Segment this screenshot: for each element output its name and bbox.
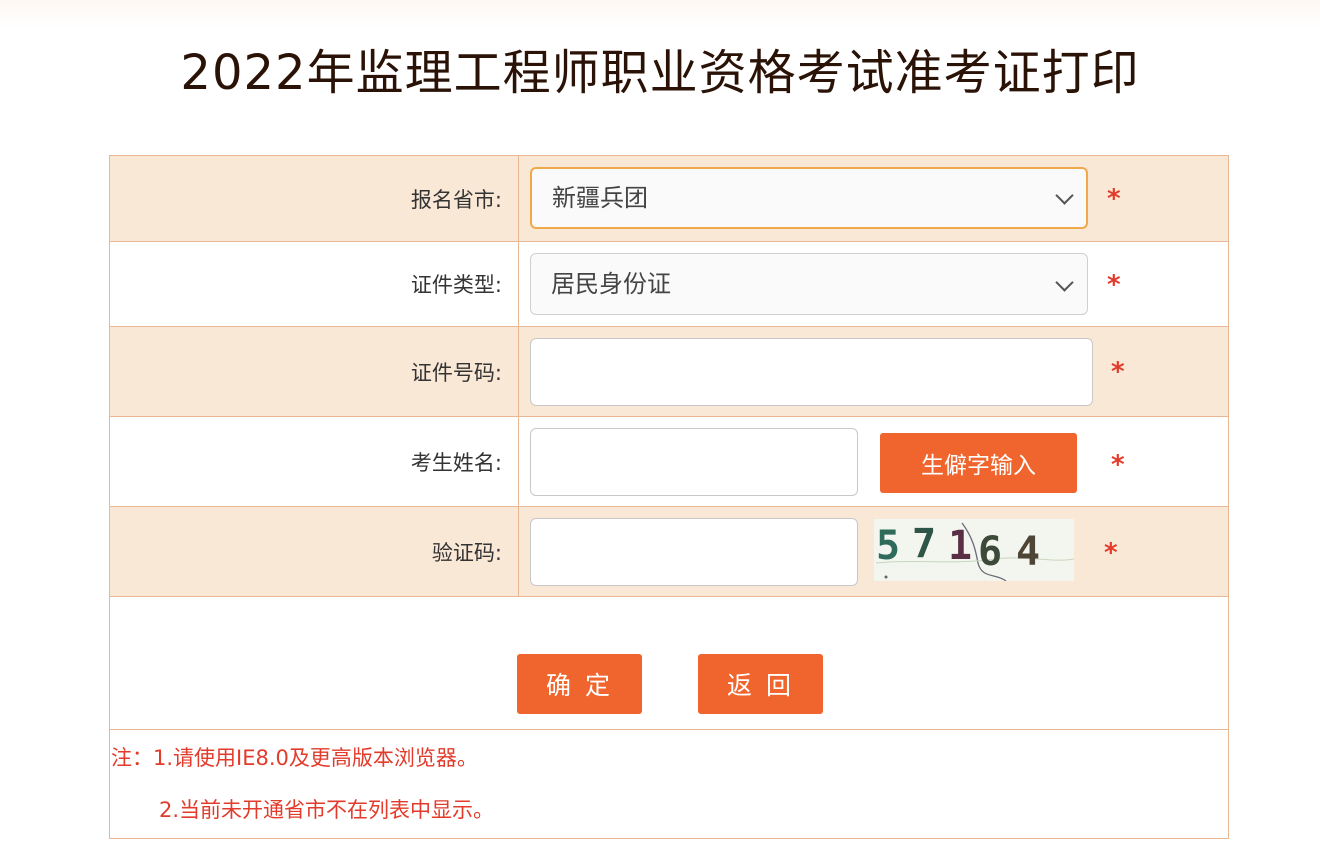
top-band [0,0,1320,30]
id-type-select-value: 居民身份证 [551,270,671,298]
captcha-graphic: 5 7 1 6 4 [874,519,1074,581]
notes-row: 注：1.请使用IE8.0及更高版本浏览器。 2.当前未开通省市不在列表中显示。 [109,729,1229,839]
note-line-2: 2.当前未开通省市不在列表中显示。 [159,798,495,822]
province-label: 报名省市: [109,155,519,242]
id-number-field-cell: * [518,326,1229,417]
captcha-char: 4 [1016,529,1040,575]
province-field-cell: 新疆兵团 * [518,155,1229,242]
chevron-down-icon [1055,273,1074,292]
note-line-1: 注：1.请使用IE8.0及更高版本浏览器。 [111,746,478,770]
id-type-field-cell: 居民身份证 * [518,241,1229,327]
required-mark: * [1111,450,1125,480]
captcha-field-cell: 5 7 1 6 4 * [518,506,1229,597]
exam-ticket-form: 报名省市: 新疆兵团 * 证件类型: 居民身份证 * 证件号码: * 考生姓名: [109,155,1229,839]
id-type-label: 证件类型: [109,241,519,327]
notes-cell: 注：1.请使用IE8.0及更高版本浏览器。 2.当前未开通省市不在列表中显示。 [109,729,1229,839]
captcha-char: 1 [948,523,972,569]
actions-cell: 确 定 返 回 [109,596,1229,730]
captcha-row: 验证码: 5 7 1 6 4 * [109,506,1229,597]
back-button[interactable]: 返 回 [698,654,823,714]
chevron-down-icon [1055,186,1074,205]
captcha-char: 6 [978,529,1002,575]
id-type-row: 证件类型: 居民身份证 * [109,241,1229,327]
name-input[interactable] [530,428,858,496]
name-row: 考生姓名: 生僻字输入 * [109,416,1229,507]
required-mark: * [1111,357,1125,387]
province-select[interactable]: 新疆兵团 [530,167,1088,229]
confirm-button[interactable]: 确 定 [517,654,642,714]
province-row: 报名省市: 新疆兵团 * [109,155,1229,242]
captcha-char: 7 [912,521,936,567]
captcha-input[interactable] [530,518,858,586]
id-number-row: 证件号码: * [109,326,1229,417]
page-title: 2022年监理工程师职业资格考试准考证打印 [180,45,1140,101]
province-select-value: 新疆兵团 [552,184,648,212]
id-type-select[interactable]: 居民身份证 [530,253,1088,315]
rare-char-input-button[interactable]: 生僻字输入 [880,433,1077,493]
actions-row: 确 定 返 回 [109,596,1229,730]
name-field-cell: 生僻字输入 * [518,416,1229,507]
id-number-label: 证件号码: [109,326,519,417]
required-mark: * [1107,270,1121,300]
captcha-label: 验证码: [109,506,519,597]
name-label: 考生姓名: [109,416,519,507]
captcha-image[interactable]: 5 7 1 6 4 [874,519,1074,581]
captcha-char: 5 [876,523,900,569]
required-mark: * [1107,184,1121,214]
id-number-input[interactable] [530,338,1093,406]
required-mark: * [1104,538,1118,568]
